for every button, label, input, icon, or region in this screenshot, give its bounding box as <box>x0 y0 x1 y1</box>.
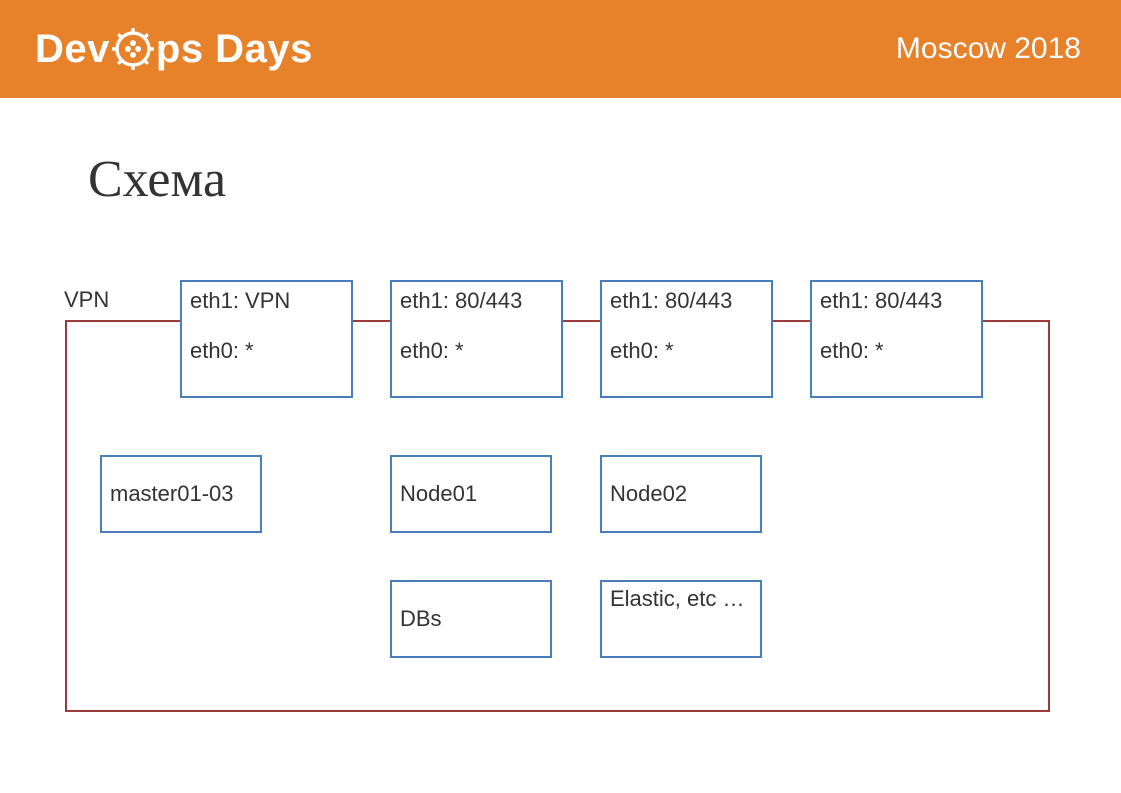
gear-icon <box>112 28 154 70</box>
vpn-label: VPN <box>64 287 109 313</box>
eth0-line: eth0: * <box>400 338 553 364</box>
event-label: Moscow 2018 <box>896 32 1081 66</box>
gateway-box-4: eth1: 80/443 eth0: * <box>810 280 983 398</box>
brand-text-part2: ps Days <box>156 27 313 72</box>
gateway-box-1: eth1: VPN eth0: * <box>180 280 353 398</box>
box-label: Elastic, etc … <box>610 586 744 612</box>
gateway-box-3: eth1: 80/443 eth0: * <box>600 280 773 398</box>
eth1-line: eth1: 80/443 <box>610 288 763 314</box>
eth0-line: eth0: * <box>190 338 343 364</box>
eth0-line: eth0: * <box>610 338 763 364</box>
node01-box: Node01 <box>390 455 552 533</box>
slide-title: Схема <box>88 150 226 209</box>
elastic-box: Elastic, etc … <box>600 580 762 658</box>
box-label: master01-03 <box>110 481 234 507</box>
eth1-line: eth1: 80/443 <box>400 288 553 314</box>
dbs-box: DBs <box>390 580 552 658</box>
eth1-line: eth1: VPN <box>190 288 343 314</box>
box-label: DBs <box>400 606 442 632</box>
eth1-line: eth1: 80/443 <box>820 288 973 314</box>
eth0-line: eth0: * <box>820 338 973 364</box>
node02-box: Node02 <box>600 455 762 533</box>
gateway-box-2: eth1: 80/443 eth0: * <box>390 280 563 398</box>
master-box: master01-03 <box>100 455 262 533</box>
box-label: Node02 <box>610 481 687 507</box>
brand-text-part1: Dev <box>35 27 110 72</box>
box-label: Node01 <box>400 481 477 507</box>
brand-logo: Dev ps Days <box>35 27 313 72</box>
header-bar: Dev ps Days Mosc <box>0 0 1121 98</box>
